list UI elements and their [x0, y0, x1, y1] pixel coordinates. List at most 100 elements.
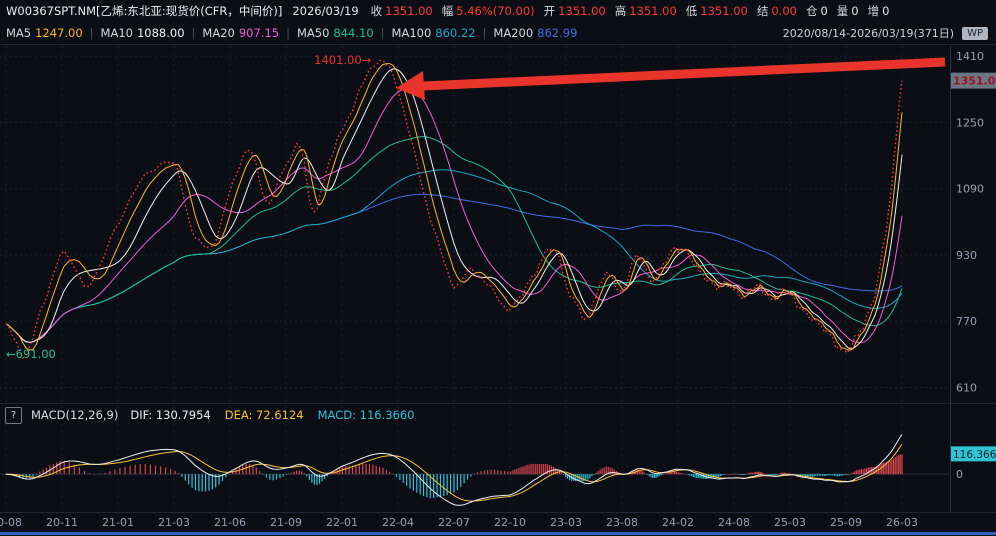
macd-histogram-bar — [198, 474, 199, 491]
macd-histogram-bar — [745, 474, 746, 475]
macd-histogram-bar — [487, 470, 488, 474]
macd-histogram-bar — [595, 473, 596, 474]
macd-histogram-bar — [443, 474, 444, 496]
macd-histogram-bar — [501, 471, 502, 474]
macd-histogram-bar — [109, 471, 110, 474]
macd-histogram-bar — [181, 474, 182, 477]
macd-histogram-bar — [649, 474, 650, 476]
macd-histogram-bar — [514, 470, 515, 475]
macd-histogram-bar — [89, 473, 90, 474]
macd-histogram-bar — [533, 464, 534, 474]
quote-field-label: 量 — [837, 3, 849, 19]
macd-histogram-bar — [403, 474, 404, 483]
macd-histogram-bar — [311, 474, 312, 483]
x-axis-label: 22-04 — [382, 516, 414, 529]
macd-histogram-bar — [652, 474, 653, 478]
chart-canvas[interactable]: 1410125010909307706100116.366020-0820-11… — [0, 0, 996, 536]
dea-number: 72.6124 — [256, 408, 304, 422]
financial-terminal-chart-window: 1410125010909307706100116.366020-0820-11… — [0, 0, 996, 536]
macd-histogram-bar — [497, 470, 498, 474]
macd-histogram-bar — [585, 474, 586, 480]
macd-histogram-bar — [504, 471, 505, 474]
macd-histogram-bar — [764, 474, 765, 475]
macd-histogram-bar — [817, 474, 818, 475]
macd-histogram-bar — [484, 470, 485, 474]
macd-histogram-bar — [881, 464, 882, 474]
macd-indicator-name[interactable]: MACD(12,26,9) — [31, 408, 118, 422]
last-price-badge-text: 1351.00 — [953, 75, 996, 88]
macd-histogram-bar — [770, 474, 771, 475]
macd-histogram-bar — [291, 473, 292, 474]
macd-histogram-bar — [771, 474, 772, 475]
macd-histogram-bar — [382, 468, 383, 474]
macd-histogram-bar — [844, 474, 845, 475]
macd-histogram-bar — [565, 474, 566, 477]
help-icon[interactable]: ? — [5, 407, 22, 424]
instrument-title[interactable]: W00367SPT.NM[乙烯:东北亚:现货价(CFR，中间价)] — [6, 3, 282, 19]
macd-histogram-bar — [849, 474, 850, 475]
macd-histogram-bar — [539, 464, 540, 474]
quote-field-label: 结 — [757, 3, 769, 19]
macd-histogram-bar — [283, 474, 284, 476]
macd-histogram-bar — [832, 474, 833, 475]
dea-value: DEA: 72.6124 — [225, 408, 304, 422]
x-axis-label: 20-08 — [0, 516, 22, 529]
macd-histogram-bar — [191, 474, 192, 488]
divider: | — [286, 26, 290, 40]
macd-histogram-bar — [895, 457, 896, 474]
macd-histogram-bar — [294, 472, 295, 474]
macd-histogram-bar — [29, 474, 30, 478]
macd-histogram-bar — [749, 473, 750, 474]
macd-histogram-bar — [752, 473, 753, 475]
macd-histogram-bar — [524, 466, 525, 474]
x-axis-label: 26-03 — [886, 516, 918, 529]
macd-histogram-bar — [829, 474, 830, 475]
macd-histogram-bar — [790, 474, 791, 475]
macd-value-badge-text: 116.3660 — [953, 449, 996, 461]
macd-histogram-bar — [386, 470, 387, 474]
macd-zero-label: 0 — [956, 468, 963, 481]
quote-field-value: 0 — [820, 4, 827, 18]
macd-histogram-bar — [723, 474, 724, 475]
quote-field-label: 增 — [868, 3, 880, 19]
macd-histogram-bar — [739, 474, 740, 475]
macd-histogram-bar — [901, 454, 902, 474]
macd-histogram-bar — [362, 464, 363, 474]
macd-histogram-bar — [691, 474, 692, 476]
macd-histogram-bar — [208, 474, 209, 490]
macd-histogram-bar — [286, 474, 287, 475]
macd-histogram-bar — [662, 474, 663, 475]
macd-histogram-bar — [761, 472, 762, 474]
macd-histogram-bar — [839, 474, 840, 476]
macd-histogram-bar — [755, 472, 756, 474]
ma-legend-items: MA51247.00|MA101088.00|MA20907.15|MA5084… — [6, 26, 577, 40]
quote-field-label: 仓 — [806, 3, 818, 19]
macd-histogram-bar — [526, 465, 527, 474]
macd-histogram-bar — [725, 474, 726, 475]
quote-field-value: 5.46%(70.00) — [456, 4, 534, 18]
macd-histogram-bar — [463, 474, 464, 483]
ma-label: MA200 — [493, 26, 533, 40]
macd-histogram-bar — [225, 474, 226, 477]
macd-histogram-bar — [864, 469, 865, 474]
quote-field-label: 低 — [686, 3, 698, 19]
macd-histogram-bar — [888, 461, 889, 474]
macd-histogram-bar — [785, 473, 786, 474]
macd-histogram-bar — [676, 471, 677, 474]
macd-histogram-bar — [202, 474, 203, 491]
macd-histogram-bar — [780, 473, 781, 474]
macd-histogram-bar — [587, 474, 588, 479]
macd-histogram-bar — [659, 474, 660, 476]
macd-histogram-bar — [863, 469, 864, 474]
timeline-scrollbar[interactable] — [0, 532, 996, 535]
macd-histogram-bar — [259, 471, 260, 474]
macd-histogram-bar — [409, 474, 410, 488]
macd-histogram-bar — [721, 474, 722, 475]
wp-badge[interactable]: WP — [962, 27, 988, 40]
macd-histogram-bar — [447, 474, 448, 495]
ma-value: 844.10 — [333, 26, 373, 40]
macd-histogram-bar — [453, 474, 454, 492]
macd-histogram-bar — [304, 473, 305, 474]
ma-label: MA20 — [202, 26, 234, 40]
macd-histogram-bar — [423, 474, 424, 496]
